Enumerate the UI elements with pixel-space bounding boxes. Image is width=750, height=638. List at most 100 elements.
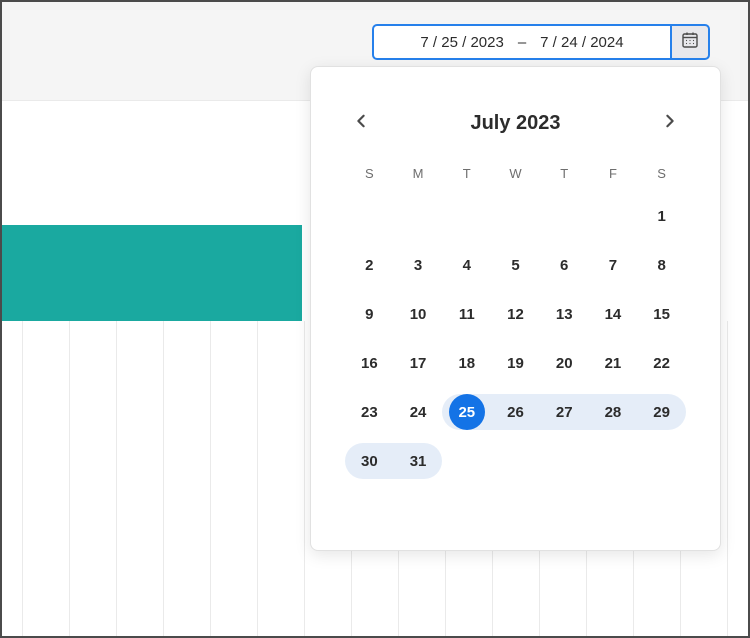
calendar-day-label: 5 bbox=[491, 247, 540, 283]
calendar-day[interactable]: 13 bbox=[540, 296, 589, 332]
calendar-day[interactable]: 27 bbox=[540, 394, 589, 430]
calendar-day[interactable]: 26 bbox=[491, 394, 540, 430]
calendar-day[interactable]: 7 bbox=[589, 247, 638, 283]
calendar-day-label: 1 bbox=[637, 198, 686, 234]
chevron-left-icon bbox=[354, 114, 368, 133]
calendar-day-label: 22 bbox=[637, 345, 686, 381]
calendar-icon bbox=[681, 31, 699, 54]
gridline bbox=[69, 321, 70, 636]
calendar-button[interactable] bbox=[670, 24, 710, 60]
calendar-day-label: 3 bbox=[394, 247, 443, 283]
calendar-day-label bbox=[589, 198, 638, 234]
gridline bbox=[257, 321, 258, 636]
calendar-day-label bbox=[491, 198, 540, 234]
calendar-day-label: 9 bbox=[345, 296, 394, 332]
calendar-day[interactable]: 3 bbox=[394, 247, 443, 283]
calendar-day[interactable]: 19 bbox=[491, 345, 540, 381]
calendar-day-empty bbox=[345, 198, 394, 234]
gridline bbox=[210, 321, 211, 636]
calendar-day[interactable]: 23 bbox=[345, 394, 394, 430]
calendar-day[interactable]: 17 bbox=[394, 345, 443, 381]
day-of-week-header: S bbox=[345, 163, 394, 185]
calendar-day[interactable]: 22 bbox=[637, 345, 686, 381]
calendar-day[interactable]: 5 bbox=[491, 247, 540, 283]
calendar-day-label: 27 bbox=[540, 394, 589, 430]
calendar-day-empty bbox=[589, 198, 638, 234]
calendar-day-empty bbox=[491, 198, 540, 234]
calendar-day-label bbox=[540, 198, 589, 234]
calendar-day-label: 8 bbox=[637, 247, 686, 283]
calendar-day-label: 6 bbox=[540, 247, 589, 283]
calendar-day-label: 28 bbox=[589, 394, 638, 430]
calendar-day[interactable]: 8 bbox=[637, 247, 686, 283]
calendar-day[interactable]: 29 bbox=[637, 394, 686, 430]
calendar-day-label: 14 bbox=[589, 296, 638, 332]
calendar-day[interactable]: 12 bbox=[491, 296, 540, 332]
calendar-day-label: 18 bbox=[442, 345, 491, 381]
calendar-day-label: 2 bbox=[345, 247, 394, 283]
calendar-day-label: 19 bbox=[491, 345, 540, 381]
calendar-day-label: 21 bbox=[589, 345, 638, 381]
calendar-day-label: 29 bbox=[637, 394, 686, 430]
prev-month-button[interactable] bbox=[345, 107, 377, 139]
date-range-separator: – bbox=[518, 34, 526, 51]
calendar-day[interactable]: 4 bbox=[442, 247, 491, 283]
gridline bbox=[116, 321, 117, 636]
day-of-week-header: M bbox=[394, 163, 443, 185]
calendar-day[interactable]: 30 bbox=[345, 443, 394, 479]
calendar-day[interactable]: 14 bbox=[589, 296, 638, 332]
calendar-day[interactable]: 28 bbox=[589, 394, 638, 430]
calendar-day-label: 23 bbox=[345, 394, 394, 430]
calendar-day-label: 15 bbox=[637, 296, 686, 332]
calendar-title: July 2023 bbox=[470, 112, 560, 135]
calendar-day[interactable]: 21 bbox=[589, 345, 638, 381]
day-of-week-header: T bbox=[540, 163, 589, 185]
day-of-week-header: W bbox=[491, 163, 540, 185]
calendar-day[interactable]: 10 bbox=[394, 296, 443, 332]
date-range-field[interactable]: 7 / 25 / 2023 – 7 / 24 / 2024 bbox=[372, 24, 670, 60]
calendar-day[interactable]: 1 bbox=[637, 198, 686, 234]
calendar-day[interactable]: 2 bbox=[345, 247, 394, 283]
calendar-day-label: 13 bbox=[540, 296, 589, 332]
calendar-grid: SMTWTFS123456789101112131415161718192021… bbox=[345, 163, 686, 479]
calendar-day-label: 11 bbox=[442, 296, 491, 332]
gridline bbox=[727, 321, 728, 636]
calendar-day[interactable]: 31 bbox=[394, 443, 443, 479]
calendar-day[interactable]: 24 bbox=[394, 394, 443, 430]
chart-bar bbox=[2, 225, 302, 321]
calendar-day-empty bbox=[442, 198, 491, 234]
calendar-day-label: 20 bbox=[540, 345, 589, 381]
day-of-week-header: S bbox=[637, 163, 686, 185]
calendar-day[interactable]: 18 bbox=[442, 345, 491, 381]
day-of-week-header: T bbox=[442, 163, 491, 185]
calendar-day[interactable]: 25 bbox=[442, 394, 491, 430]
date-range-start[interactable]: 7 / 25 / 2023 bbox=[420, 34, 503, 51]
calendar-day[interactable]: 6 bbox=[540, 247, 589, 283]
calendar-day-label bbox=[345, 198, 394, 234]
calendar-day-empty bbox=[540, 198, 589, 234]
date-range-end[interactable]: 7 / 24 / 2024 bbox=[540, 34, 623, 51]
calendar-day-label: 31 bbox=[394, 443, 443, 479]
calendar-popover: July 2023 SMTWTFS12345678910111213141516… bbox=[310, 66, 721, 551]
date-range-picker: 7 / 25 / 2023 – 7 / 24 / 2024 bbox=[372, 24, 710, 60]
calendar-day-label: 25 bbox=[442, 394, 491, 430]
calendar-day-label: 16 bbox=[345, 345, 394, 381]
calendar-day[interactable]: 20 bbox=[540, 345, 589, 381]
calendar-day-empty bbox=[394, 198, 443, 234]
day-of-week-header: F bbox=[589, 163, 638, 185]
calendar-day-label: 30 bbox=[345, 443, 394, 479]
gridline bbox=[304, 321, 305, 636]
calendar-day[interactable]: 9 bbox=[345, 296, 394, 332]
calendar-day-label: 12 bbox=[491, 296, 540, 332]
calendar-day-label: 26 bbox=[491, 394, 540, 430]
calendar-day[interactable]: 11 bbox=[442, 296, 491, 332]
chevron-right-icon bbox=[663, 114, 677, 133]
calendar-day[interactable]: 15 bbox=[637, 296, 686, 332]
calendar-day[interactable]: 16 bbox=[345, 345, 394, 381]
calendar-day-label: 10 bbox=[394, 296, 443, 332]
calendar-day-label: 24 bbox=[394, 394, 443, 430]
calendar-day-label: 7 bbox=[589, 247, 638, 283]
calendar-day-label bbox=[394, 198, 443, 234]
next-month-button[interactable] bbox=[654, 107, 686, 139]
gridline bbox=[22, 321, 23, 636]
